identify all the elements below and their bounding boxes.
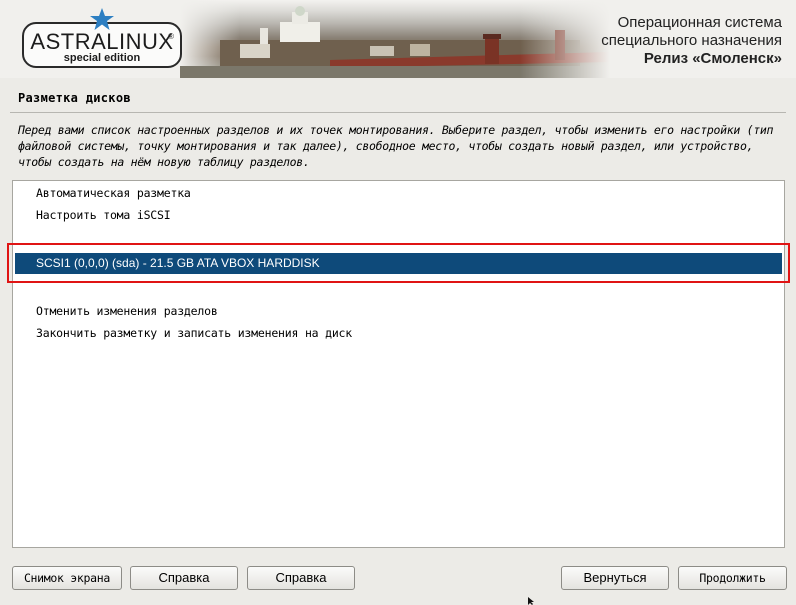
mouse-cursor-icon (528, 597, 534, 605)
back-button[interactable]: Вернуться (561, 566, 669, 590)
divider (10, 112, 786, 113)
list-item-undo-changes[interactable]: Отменить изменения разделов (13, 301, 784, 322)
page-title: Разметка дисков (18, 91, 131, 105)
header-banner: ASTRALINUX ® special edition Операционна… (0, 0, 796, 78)
help-button[interactable]: Справка (130, 566, 238, 590)
star-icon (90, 8, 114, 30)
list-item-disk-sda[interactable]: SCSI1 (0,0,0) (sda) - 21.5 GB ATA VBOX H… (15, 253, 782, 274)
os-release: Релиз «Смоленск» (643, 50, 782, 67)
help-button-2[interactable]: Справка (247, 566, 355, 590)
smolensk-kremlin-photo (180, 0, 610, 78)
os-name-line2: специального назначения (601, 32, 782, 49)
list-item-finish-partitioning[interactable]: Закончить разметку и записать изменения … (13, 323, 784, 344)
os-name-line1: Операционная система (617, 14, 782, 31)
list-item-iscsi[interactable]: Настроить тома iSCSI (13, 205, 784, 226)
partition-list[interactable]: Автоматическая разметка Настроить тома i… (12, 180, 785, 548)
page-description: Перед вами список настроенных разделов и… (18, 123, 774, 169)
logo-subtitle: special edition (63, 52, 141, 64)
screenshot-button[interactable]: Снимок экрана (12, 566, 122, 590)
list-item-auto-partition[interactable]: Автоматическая разметка (13, 183, 784, 204)
registered-mark: ® (168, 32, 174, 41)
continue-button[interactable]: Продолжить (678, 566, 787, 590)
